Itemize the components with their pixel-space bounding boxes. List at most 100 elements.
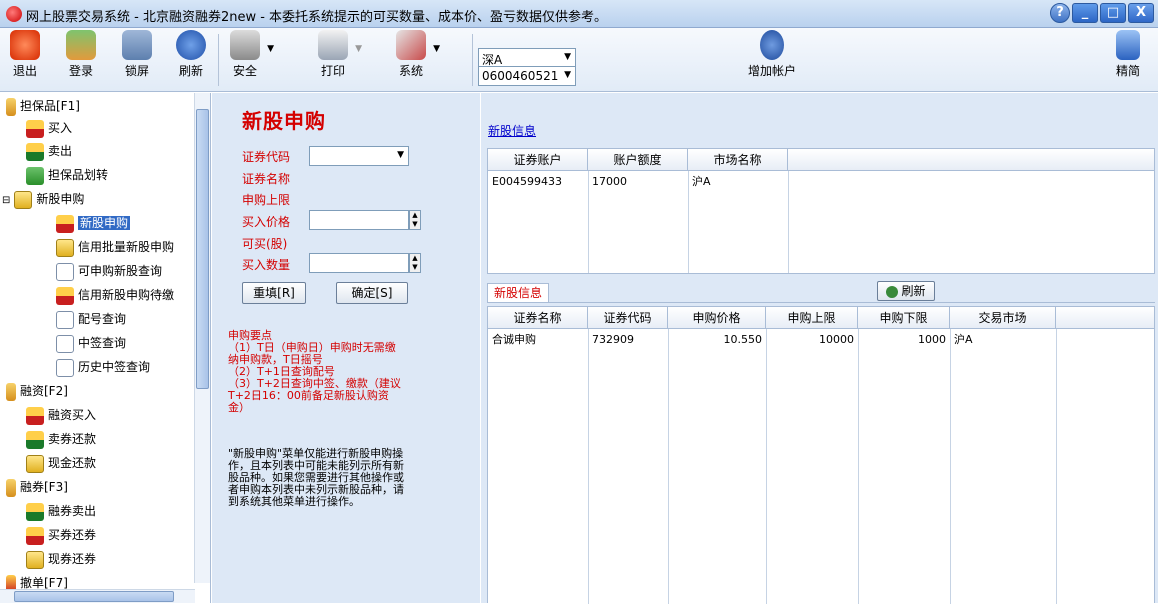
table-cell[interactable]: 1000 — [858, 331, 950, 349]
quantity-label: 买入数量 — [242, 258, 291, 272]
column-header[interactable]: 证券账户 — [488, 149, 588, 171]
account-select[interactable]: 0600460521 — [478, 66, 576, 86]
add-user-icon — [760, 30, 784, 60]
tree-item-collateral-transfer[interactable]: 担保品划转 — [26, 164, 108, 186]
add-account-button[interactable]: 增加帐户 — [748, 30, 796, 79]
tree-item-buy-return[interactable]: 买券还券 — [26, 524, 96, 546]
edit-icon — [26, 454, 44, 473]
document-icon — [56, 334, 74, 353]
tree-item-allotment-query[interactable]: 配号查询 — [56, 308, 126, 330]
tree-item-buy[interactable]: 买入 — [26, 117, 72, 139]
tree-item-ipo-pending[interactable]: 信用新股申购待缴 — [56, 284, 174, 306]
tree-group-margin[interactable]: 融资[F2] — [6, 380, 68, 402]
divider — [668, 329, 669, 604]
quantity-input[interactable] — [309, 253, 409, 273]
horizontal-scrollbar[interactable] — [0, 589, 195, 603]
tree-group-short[interactable]: 融券[F3] — [6, 476, 68, 498]
tree-item-ipo-subscribe[interactable]: 新股申购 — [56, 212, 131, 234]
chevron-down-icon: ▼ — [433, 44, 440, 54]
folder-icon — [6, 97, 16, 116]
window-title: 网上股票交易系统 - 北京融资融券2new - 本委托系统提示的可买数量、成本价… — [26, 10, 608, 25]
page-title: 新股申购 — [242, 109, 326, 133]
toolbar-separator — [472, 34, 473, 86]
reset-button[interactable]: 重填[R] — [242, 282, 306, 304]
price-stepper[interactable]: ▲ ▼ — [409, 210, 421, 230]
tree-item-winning-query[interactable]: 中签查询 — [56, 332, 126, 354]
tree-group-ipo[interactable]: ⊟ 新股申购 — [2, 188, 84, 210]
ipo-table: 证券名称 证券代码 申购价格 申购上限 申购下限 交易市场 合诚申购 73290… — [487, 306, 1155, 604]
table-cell[interactable]: 732909 — [588, 331, 638, 349]
code-label: 证券代码 — [242, 150, 291, 164]
vertical-scrollbar[interactable] — [194, 93, 210, 583]
printer-icon — [318, 30, 348, 60]
tree-item-ipo-query[interactable]: 可申购新股查询 — [56, 260, 162, 282]
tree-item-sell-repay[interactable]: 卖券还款 — [26, 428, 96, 450]
subscription-notes: 申购要点 （1）T日（申购日）申购时无需缴 纳申购款，T日摇号 （2）T+1日查… — [228, 329, 401, 414]
table-cell[interactable]: 10000 — [766, 331, 858, 349]
scrollbar-thumb[interactable] — [14, 591, 174, 602]
scrollbar-thumb[interactable] — [196, 109, 209, 389]
market-select[interactable]: 深A — [478, 48, 576, 68]
maximize-button[interactable]: □ — [1100, 3, 1126, 23]
quantity-stepper[interactable]: ▲ ▼ — [409, 253, 421, 273]
tree-group-collateral[interactable]: 担保品[F1] — [6, 95, 80, 117]
refresh-button[interactable]: 刷新 — [176, 30, 206, 79]
print-button[interactable]: 打印 ▼ — [318, 30, 362, 79]
users-icon — [66, 30, 96, 60]
tree-item-history-winning[interactable]: 历史中签查询 — [56, 356, 150, 378]
table-cell[interactable]: 17000 — [588, 173, 631, 191]
column-header[interactable]: 申购价格 — [668, 307, 766, 329]
tree-item-cash-repay[interactable]: 现金还款 — [26, 452, 96, 474]
refresh-list-button[interactable]: 刷新 — [877, 281, 935, 301]
nav-tree: 担保品[F1] 买入 卖出 担保品划转 ⊟ 新股申购 新股申购 信用批量新股申购 … — [0, 93, 211, 603]
price-input[interactable] — [309, 210, 409, 230]
available-label: 可买(股) — [242, 237, 288, 251]
divider — [588, 329, 589, 604]
table-cell[interactable]: 合诚申购 — [488, 331, 540, 349]
divider — [766, 329, 767, 604]
tools-icon — [396, 30, 426, 60]
table-cell[interactable]: 沪A — [950, 331, 977, 349]
price-label: 买入价格 — [242, 215, 291, 229]
table-cell[interactable]: E004599433 — [488, 173, 566, 191]
security-button[interactable]: 安全 ▼ — [230, 30, 274, 79]
security-code-select[interactable] — [309, 146, 409, 166]
tree-item-sell[interactable]: 卖出 — [26, 140, 72, 162]
column-header[interactable]: 申购上限 — [766, 307, 858, 329]
tree-item-margin-buy[interactable]: 融资买入 — [26, 404, 96, 426]
toolbar: 退出 登录 锁屏 刷新 安全 ▼ 打印 ▼ 系统 ▼ 深A 0600460521… — [0, 28, 1158, 92]
minimize-button[interactable]: _ — [1072, 3, 1098, 23]
ipo-form-panel: 新股申购 证券代码 证券名称 申购上限 买入价格 ▲▼ 可买(股) 买入数量 ▲… — [212, 93, 480, 603]
table-cell[interactable]: 沪A — [688, 173, 715, 191]
column-header[interactable]: 证券代码 — [588, 307, 668, 329]
close-button[interactable]: X — [1128, 3, 1154, 23]
column-header[interactable]: 账户额度 — [588, 149, 688, 171]
sell-icon — [26, 430, 44, 449]
column-header[interactable]: 市场名称 — [688, 149, 788, 171]
document-icon — [56, 310, 74, 329]
ipo-info-link[interactable]: 新股信息 — [488, 122, 536, 139]
collapse-icon: ⊟ — [2, 195, 11, 206]
table-cell[interactable]: 10.550 — [668, 331, 766, 349]
confirm-button[interactable]: 确定[S] — [336, 282, 408, 304]
lock-icon — [122, 30, 152, 60]
column-header[interactable]: 证券名称 — [488, 307, 588, 329]
login-button[interactable]: 登录 — [66, 30, 96, 79]
column-header[interactable]: 交易市场 — [950, 307, 1056, 329]
folder-icon — [6, 382, 16, 401]
divider — [950, 329, 951, 604]
system-button[interactable]: 系统 ▼ — [396, 30, 440, 79]
tree-item-short-sell[interactable]: 融券卖出 — [26, 500, 96, 522]
tab-ipo-info[interactable]: 新股信息 — [487, 283, 550, 303]
column-header[interactable]: 申购下限 — [858, 307, 950, 329]
simple-mode-button[interactable]: 精简 — [1116, 30, 1140, 79]
tree-item-stock-return[interactable]: 现券还券 — [26, 548, 96, 570]
divider — [858, 329, 859, 604]
lock-button[interactable]: 锁屏 — [122, 30, 152, 79]
help-button[interactable]: ? — [1050, 3, 1070, 23]
buy-icon — [26, 119, 44, 138]
exit-button[interactable]: 退出 — [10, 30, 40, 79]
tree-item-batch-ipo[interactable]: 信用批量新股申购 — [56, 236, 174, 258]
buy-icon — [56, 286, 74, 305]
document-icon — [56, 358, 74, 377]
